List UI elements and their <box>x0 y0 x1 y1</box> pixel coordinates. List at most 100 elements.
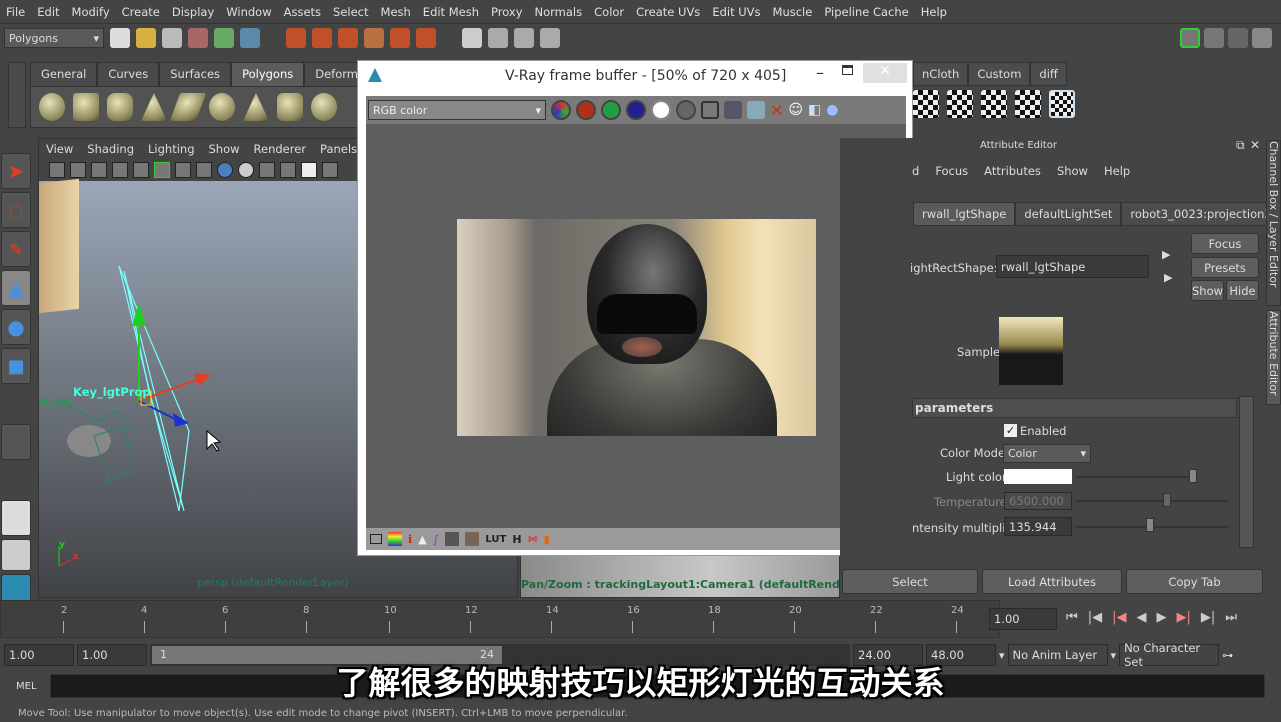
render-teapot-icon[interactable]: ● <box>826 102 838 118</box>
step-forward-frame-icon[interactable]: ▶| <box>1201 610 1215 625</box>
enabled-checkbox[interactable]: ✓ <box>1004 424 1017 437</box>
step-back-key-icon[interactable]: |◀ <box>1112 610 1126 625</box>
snap-curve-icon[interactable] <box>312 28 332 48</box>
lut-icon[interactable]: LUT <box>485 534 506 545</box>
select-hierarchy-icon[interactable] <box>188 28 208 48</box>
tab-rwall-lgtshape[interactable]: rwall_lgtShape <box>913 202 1016 226</box>
focus-button[interactable]: Focus <box>1191 233 1259 254</box>
text-icon[interactable] <box>301 162 317 178</box>
render-icon[interactable] <box>488 28 508 48</box>
new-scene-icon[interactable] <box>110 28 130 48</box>
close-button[interactable]: ✕ <box>863 63 907 83</box>
region-render-icon[interactable]: ◧ <box>808 102 821 118</box>
panel-menu-lighting[interactable]: Lighting <box>141 142 201 156</box>
ae-menu-show[interactable]: Show <box>1057 164 1088 178</box>
poly-pipe-icon[interactable] <box>277 93 303 121</box>
wireframe-icon[interactable] <box>175 162 191 178</box>
maximize-button[interactable] <box>842 65 853 75</box>
rotate-tool-icon[interactable]: ● <box>1 309 31 345</box>
hide-button[interactable]: Hide <box>1226 280 1259 301</box>
close-panel-icon[interactable]: ✕ <box>1250 138 1260 152</box>
move-tool-icon[interactable]: ▲ <box>1 270 31 306</box>
uv-checker-icon[interactable] <box>913 90 939 118</box>
parameters-section-header[interactable]: parameters <box>912 398 1237 418</box>
input-connections-icon[interactable]: ▶ <box>1162 248 1170 261</box>
render-view-area[interactable] <box>366 124 906 528</box>
vray-titlebar[interactable]: V-Ray frame buffer - [50% of 720 x 405] … <box>358 61 912 91</box>
menu-window[interactable]: Window <box>220 5 277 19</box>
paint-select-icon[interactable]: ✎ <box>1 231 31 267</box>
xray-icon[interactable] <box>259 162 275 178</box>
menu-modify[interactable]: Modify <box>66 5 116 19</box>
light-color-slider-handle[interactable] <box>1189 469 1197 483</box>
shelf-tab-polygons[interactable]: Polygons <box>231 62 305 86</box>
shelf-tab-ncloth[interactable]: nCloth <box>913 62 969 86</box>
select-object-icon[interactable] <box>214 28 234 48</box>
hsv-icon[interactable]: H <box>512 533 521 546</box>
menu-pipeline-cache[interactable]: Pipeline Cache <box>818 5 914 19</box>
tab-projection3[interactable]: robot3_0023:projection3 <box>1121 202 1281 226</box>
load-image-icon[interactable] <box>747 101 765 119</box>
play-forwards-icon[interactable]: ▶ <box>1156 610 1166 625</box>
save-all-icon[interactable] <box>724 101 742 119</box>
menu-file[interactable]: File <box>0 5 31 19</box>
uv-planar-icon[interactable] <box>947 90 973 118</box>
go-to-end-icon[interactable]: ⏭ <box>1225 610 1237 625</box>
play-backwards-icon[interactable]: ◀ <box>1136 610 1146 625</box>
panel-menu-renderer[interactable]: Renderer <box>247 142 314 156</box>
isolate-icon[interactable] <box>280 162 296 178</box>
poly-cube-icon[interactable] <box>73 93 99 121</box>
camera-attributes-icon[interactable] <box>70 162 86 178</box>
cube-icon[interactable] <box>322 162 338 178</box>
menu-set-dropdown[interactable]: Polygons ▾ <box>4 28 104 48</box>
shelf-tab-curves[interactable]: Curves <box>97 62 160 86</box>
go-to-start-icon[interactable]: ⏮ <box>1066 610 1078 625</box>
menu-display[interactable]: Display <box>166 5 220 19</box>
presets-button[interactable]: Presets <box>1191 257 1259 278</box>
snap-surface-icon[interactable] <box>390 28 410 48</box>
rgb-channels-icon[interactable] <box>551 100 571 120</box>
attribute-scrollbar[interactable] <box>1239 396 1254 548</box>
load-attributes-button[interactable]: Load Attributes <box>982 569 1122 594</box>
intensity-field[interactable]: 135.944 <box>1004 517 1072 536</box>
srgb-icon[interactable]: ▮ <box>544 533 550 546</box>
node-name-field[interactable]: rwall_lgtShape <box>996 255 1149 278</box>
shelf-tab-general[interactable]: General <box>30 62 98 86</box>
last-tool-icon[interactable] <box>1 424 31 460</box>
uv-transfer-icon[interactable] <box>1015 90 1041 118</box>
menu-create[interactable]: Create <box>116 5 166 19</box>
menu-proxy[interactable]: Proxy <box>485 5 529 19</box>
copy-tab-button[interactable]: Copy Tab <box>1126 569 1263 594</box>
uv-editor-icon[interactable] <box>1049 90 1075 118</box>
ae-menu-help[interactable]: Help <box>1104 164 1130 178</box>
menu-normals[interactable]: Normals <box>529 5 589 19</box>
panel-menu-shading[interactable]: Shading <box>80 142 141 156</box>
snap-grid-icon[interactable] <box>286 28 306 48</box>
uv-cylindrical-icon[interactable] <box>981 90 1007 118</box>
open-scene-icon[interactable] <box>136 28 156 48</box>
magnet-icon[interactable] <box>416 28 436 48</box>
track-mouse-icon[interactable]: ☺ <box>788 102 803 118</box>
time-slider[interactable]: 2 4 6 8 10 12 14 16 18 20 22 24 <box>0 600 1000 638</box>
step-back-frame-icon[interactable]: |◀ <box>1088 610 1102 625</box>
poly-plane-icon[interactable] <box>169 93 207 121</box>
lasso-tool-icon[interactable]: ◌ <box>1 192 31 228</box>
blue-channel-icon[interactable] <box>626 100 646 120</box>
channel-box-toggle-icon[interactable] <box>1252 28 1272 48</box>
shelf-tab-diff[interactable]: diff <box>1030 62 1067 86</box>
light-color-slider-track[interactable] <box>1076 476 1196 478</box>
poly-platonic-icon[interactable] <box>311 93 337 121</box>
clear-image-icon[interactable]: ✕ <box>770 101 783 120</box>
ae-menu-list[interactable]: d <box>912 164 919 178</box>
tool-settings-icon[interactable] <box>1228 28 1248 48</box>
menu-create-uvs[interactable]: Create UVs <box>630 5 706 19</box>
scale-tool-icon[interactable]: ■ <box>1 348 31 384</box>
menu-help[interactable]: Help <box>915 5 953 19</box>
menu-assets[interactable]: Assets <box>278 5 327 19</box>
channel-box-side-tab[interactable]: Channel Box / Layer Editor <box>1266 140 1281 306</box>
light-color-swatch[interactable] <box>1004 469 1072 484</box>
save-scene-icon[interactable] <box>162 28 182 48</box>
output-connections-icon[interactable]: ▶ <box>1164 271 1172 284</box>
info-icon[interactable]: i <box>408 533 412 546</box>
curve-icon[interactable]: ∫ <box>433 533 440 546</box>
